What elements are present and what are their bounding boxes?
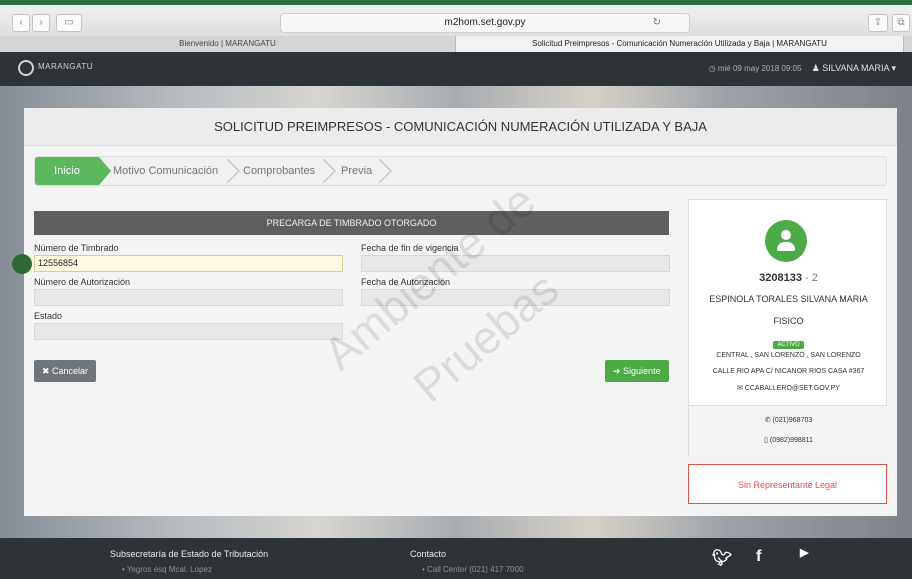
- numero-autorizacion-label: Número de Autorización: [34, 277, 131, 287]
- url-text: m2hom.set.gov.py: [444, 17, 526, 28]
- taxpayer-location: CENTRAL , SAN LORENZO , SAN LORENZO: [716, 352, 861, 359]
- taxpayer-name: ESPINOLA TORALES SILVANA MARIA: [709, 294, 868, 304]
- fecha-autorizacion-input[interactable]: [361, 289, 670, 306]
- user-menu[interactable]: ♟ SILVANA MARIA ▾: [812, 63, 896, 73]
- clock-icon: ◷: [708, 64, 718, 73]
- ruc-line: 3208133 - 2: [689, 272, 888, 284]
- facebook-icon[interactable]: f: [756, 548, 761, 566]
- fecha-fin-input[interactable]: [361, 255, 670, 272]
- legal-representative-box: Sin Representante Legal: [688, 464, 887, 504]
- browser-chrome: ‹ › ▭ m2hom.set.gov.py ↻ ⇪ ⧉ Bienvenido …: [0, 0, 912, 52]
- card-contact: ✆ (021)968703 ▯ (0982)998811: [689, 406, 888, 458]
- footer: Subsecretaría de Estado de Tributación •…: [0, 538, 912, 579]
- cancel-button[interactable]: ✖ Cancelar: [34, 360, 97, 382]
- fecha-fin-label: Fecha de fin de vigencia: [361, 243, 459, 253]
- taxpayer-mobile: ▯ (0982)998811: [764, 437, 813, 444]
- tab-bienvenido[interactable]: Bienvenido | MARANGATU: [0, 36, 456, 52]
- caret-down-icon: ▾: [888, 63, 896, 73]
- url-bar[interactable]: m2hom.set.gov.py ↻: [280, 13, 690, 33]
- taxpayer-card: 3208133 - 2 ESPINOLA TORALES SILVANA MAR…: [688, 199, 888, 458]
- taxpayer-type: FISICO: [773, 316, 804, 326]
- back-icon[interactable]: ‹: [12, 14, 30, 32]
- chevron-right-icon: [226, 159, 240, 183]
- footer-contact-heading: Contacto: [410, 549, 447, 559]
- cursor-indicator: [12, 254, 32, 274]
- wizard-steps: Inicio Motivo Comunicación Comprobantes …: [34, 156, 887, 186]
- twitter-icon[interactable]: 🐦︎: [712, 548, 732, 568]
- taxpayer-email[interactable]: ✉ CCABALLERO@SET.GOV.PY: [689, 384, 888, 392]
- taxpayer-phone: ✆ (021)968703: [764, 417, 813, 424]
- tabs-icon[interactable]: ⧉: [892, 14, 910, 32]
- numero-timbrado-label: Número de Timbrado: [34, 243, 119, 253]
- ruc-dv: - 2: [805, 272, 818, 284]
- main-panel: SOLICITUD PREIMPRESOS - COMUNICACIÓN NUM…: [24, 108, 897, 516]
- navbar-right: ◷ mié 09 may 2018 09:05 ♟ SILVANA MARIA …: [709, 63, 896, 74]
- footer-call-center: • Call Center (021) 417 7000: [422, 565, 524, 574]
- avatar: [765, 220, 807, 262]
- taxpayer-address: CALLE RIO APA C/ NICANOR RIOS CASA #367: [712, 368, 865, 375]
- app-navbar: MARANGATU ◷ mié 09 may 2018 09:05 ♟ SILV…: [0, 52, 912, 86]
- status-badge: ACTIVO: [773, 341, 804, 349]
- youtube-icon[interactable]: ▶: [800, 548, 808, 559]
- step-inicio[interactable]: Inicio: [35, 157, 111, 185]
- numero-autorizacion-input[interactable]: [34, 289, 343, 306]
- reload-icon[interactable]: ↻: [653, 14, 661, 32]
- footer-address: • Yegros esq Mcal. Lopez: [122, 565, 212, 574]
- browser-toolbar: ‹ › ▭ m2hom.set.gov.py ↻ ⇪ ⧉: [0, 0, 912, 36]
- estado-label: Estado: [34, 311, 63, 321]
- marangatu-logo-icon: [18, 60, 34, 76]
- sidebar-icon[interactable]: ▭: [56, 14, 82, 32]
- user-icon: [781, 230, 791, 240]
- user-icon: ♟: [811, 63, 823, 73]
- datetime: mié 09 may 2018 09:05: [717, 64, 802, 73]
- ruc-number: 3208133: [759, 272, 802, 284]
- chevron-right-icon: [378, 159, 392, 183]
- form-section-header: PRECARGA DE TIMBRADO OTORGADO: [34, 211, 669, 235]
- tab-strip: Bienvenido | MARANGATU Solicitud Preimpr…: [0, 36, 912, 52]
- step-motivo[interactable]: Motivo Comunicación: [113, 157, 233, 185]
- forward-icon[interactable]: ›: [32, 14, 50, 32]
- estado-input[interactable]: [34, 323, 343, 340]
- footer-org: Subsecretaría de Estado de Tributación: [110, 549, 269, 559]
- page-title: SOLICITUD PREIMPRESOS - COMUNICACIÓN NUM…: [24, 108, 897, 146]
- fecha-autorizacion-label: Fecha de Autorización: [361, 277, 451, 287]
- chevron-right-icon: [322, 159, 336, 183]
- share-icon[interactable]: ⇪: [868, 14, 888, 32]
- user-name: SILVANA MARIA: [822, 63, 889, 73]
- next-button[interactable]: ➔ Siguiente: [605, 360, 669, 382]
- brand-name[interactable]: MARANGATU: [38, 62, 93, 71]
- tab-solicitud[interactable]: Solicitud Preimpresos - Comunicación Num…: [456, 36, 904, 52]
- numero-timbrado-input[interactable]: 12556854: [34, 255, 343, 272]
